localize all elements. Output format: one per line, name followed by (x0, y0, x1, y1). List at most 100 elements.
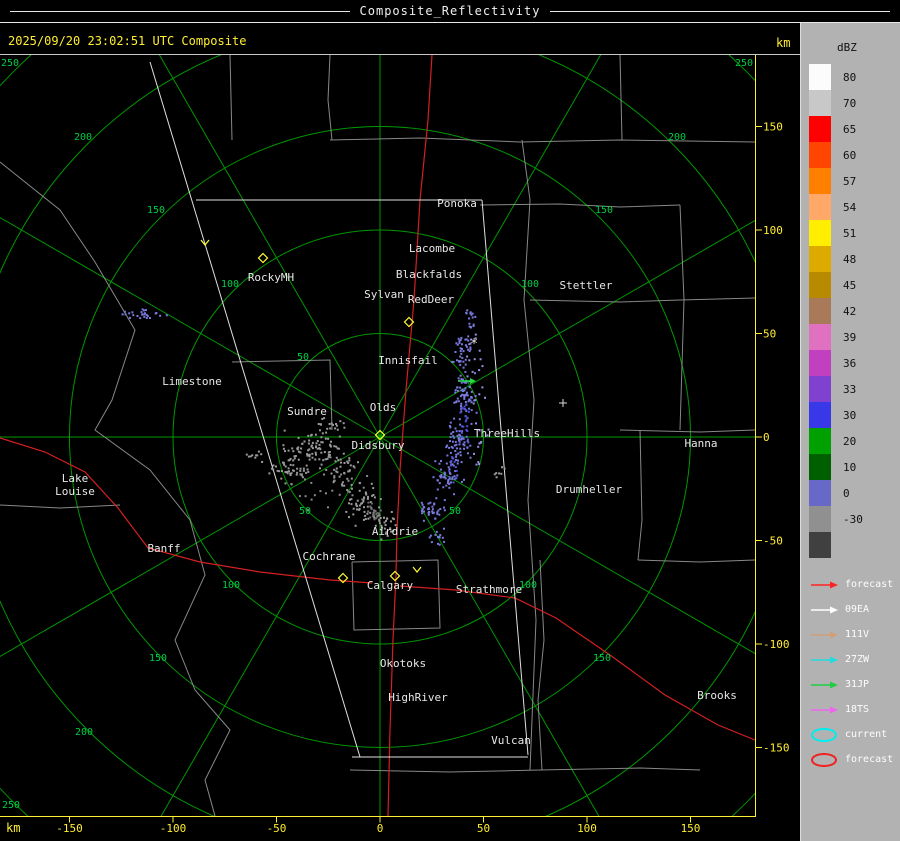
legend-item: 09EA (809, 597, 900, 622)
scale-row: -30 (809, 506, 900, 532)
city-label: Olds (370, 401, 397, 414)
right-axis-label: 100 (763, 224, 783, 237)
city-label: Banff (147, 542, 180, 555)
scale-swatch (809, 298, 831, 324)
legend-label: 111V (845, 629, 870, 640)
scale-value-label: -30 (843, 512, 863, 526)
scale-row: 80 (809, 64, 900, 90)
track-arrow-icon (811, 581, 838, 588)
ring-distance-label: 250 (735, 58, 753, 69)
scale-swatch (809, 454, 831, 480)
city-label: Lake (62, 472, 89, 485)
bottom-axis-label: -50 (267, 822, 287, 835)
asterisk-marker: * (470, 337, 478, 352)
city-label: Strathmore (456, 583, 522, 596)
city-label: Sylvan (364, 288, 404, 301)
storm-ellipse-icon (811, 752, 837, 767)
legend-item: 27ZW (809, 647, 900, 672)
scale-row: 0 (809, 480, 900, 506)
km-unit-bottom: km (6, 821, 21, 835)
scale-swatch (809, 194, 831, 220)
city-label: Drumheller (556, 483, 623, 496)
city-label: HighRiver (388, 691, 448, 704)
title-rule-right (550, 10, 891, 12)
track-arrow-icon (811, 656, 838, 663)
ring-distance-label: 200 (75, 727, 93, 738)
dbz-scale-title: dBZ (837, 41, 857, 54)
scale-row: 54 (809, 194, 900, 220)
city-label: Vulcan (491, 734, 531, 747)
legend-item: current (809, 722, 900, 747)
track-arrow-icon (811, 606, 838, 613)
legend-label: current (845, 729, 888, 740)
bottom-axis-label: -150 (56, 822, 83, 835)
ring-distance-label: 50 (297, 352, 309, 363)
scale-value-label: 45 (843, 278, 857, 292)
radar-map[interactable]: 2502001501005010015020025050100150501001… (0, 0, 900, 841)
scale-row (809, 532, 900, 558)
ring-distance-label: 100 (222, 580, 240, 591)
dbz-color-scale: 80 70 65 60 57 54 51 48 45 42 39 36 33 30 20 10 0 -30 (809, 64, 900, 558)
scale-swatch (809, 350, 831, 376)
scale-value-label: 39 (843, 330, 857, 344)
scale-swatch (809, 64, 831, 90)
ring-distance-label: 50 (449, 506, 461, 517)
scale-value-label: 30 (843, 408, 857, 422)
scale-swatch (809, 376, 831, 402)
scale-row: 33 (809, 376, 900, 402)
city-label: Louise (55, 485, 95, 498)
right-axis-label: -150 (763, 742, 790, 755)
legend-label: forecast (845, 754, 894, 765)
city-label: Okotoks (380, 657, 426, 670)
window-title: Composite_Reflectivity (359, 4, 541, 18)
scale-swatch (809, 272, 831, 298)
scale-swatch (809, 90, 831, 116)
scale-row: 70 (809, 90, 900, 116)
ring-distance-label: 100 (221, 279, 239, 290)
track-arrow-icon (811, 706, 838, 713)
city-label: Stettler (560, 279, 613, 292)
track-arrow-icon (811, 631, 838, 638)
city-label: Calgary (367, 579, 414, 592)
scale-value-label: 65 (843, 122, 857, 136)
legend-label: 31JP (845, 679, 870, 690)
scale-row: 65 (809, 116, 900, 142)
ring-distance-label: 150 (593, 653, 611, 664)
title-bar: Composite_Reflectivity (0, 0, 900, 23)
radar-app: 250 200 150 100 50 100 150 200 250 50 100 150 50 100 1… (0, 0, 900, 841)
scale-value-label: 54 (843, 200, 857, 214)
legend-label: 18TS (845, 704, 870, 715)
track-legend: forecast 09EA 111V 27ZW 31JP 18TS current forec… (809, 572, 900, 772)
scale-value-label: 36 (843, 356, 857, 370)
legend-label: 09EA (845, 604, 870, 615)
legend-item: 111V (809, 622, 900, 647)
scale-swatch (809, 506, 831, 532)
scale-swatch (809, 532, 831, 558)
ring-distance-label: 150 (595, 205, 613, 216)
legend-item: 31JP (809, 672, 900, 697)
scale-row: 39 (809, 324, 900, 350)
scale-row: 48 (809, 246, 900, 272)
city-label: Sundre (287, 405, 327, 418)
scale-value-label: 80 (843, 70, 857, 84)
scale-row: 20 (809, 428, 900, 454)
scale-value-label: 60 (843, 148, 857, 162)
scale-row: 36 (809, 350, 900, 376)
scale-swatch (809, 116, 831, 142)
scale-value-label: 51 (843, 226, 857, 240)
city-label: Ponoka (437, 197, 477, 210)
city-label: Innisfail (378, 354, 438, 367)
city-label: Airdrie (372, 525, 418, 538)
city-label: RockyMH (248, 271, 294, 284)
bottom-axis-label: -100 (160, 822, 187, 835)
right-axis-label: -100 (763, 638, 790, 651)
scale-swatch (809, 246, 831, 272)
km-unit-right: km (776, 36, 791, 50)
city-label: Lacombe (409, 242, 455, 255)
scale-row: 45 (809, 272, 900, 298)
scale-swatch (809, 428, 831, 454)
scale-row: 57 (809, 168, 900, 194)
timestamp-label: 2025/09/20 23:02:51 UTC Composite (8, 34, 247, 48)
scale-row: 60 (809, 142, 900, 168)
city-labels: Ponoka Lacombe Blackfalds Sylvan RedDeer Rock… (55, 197, 737, 747)
